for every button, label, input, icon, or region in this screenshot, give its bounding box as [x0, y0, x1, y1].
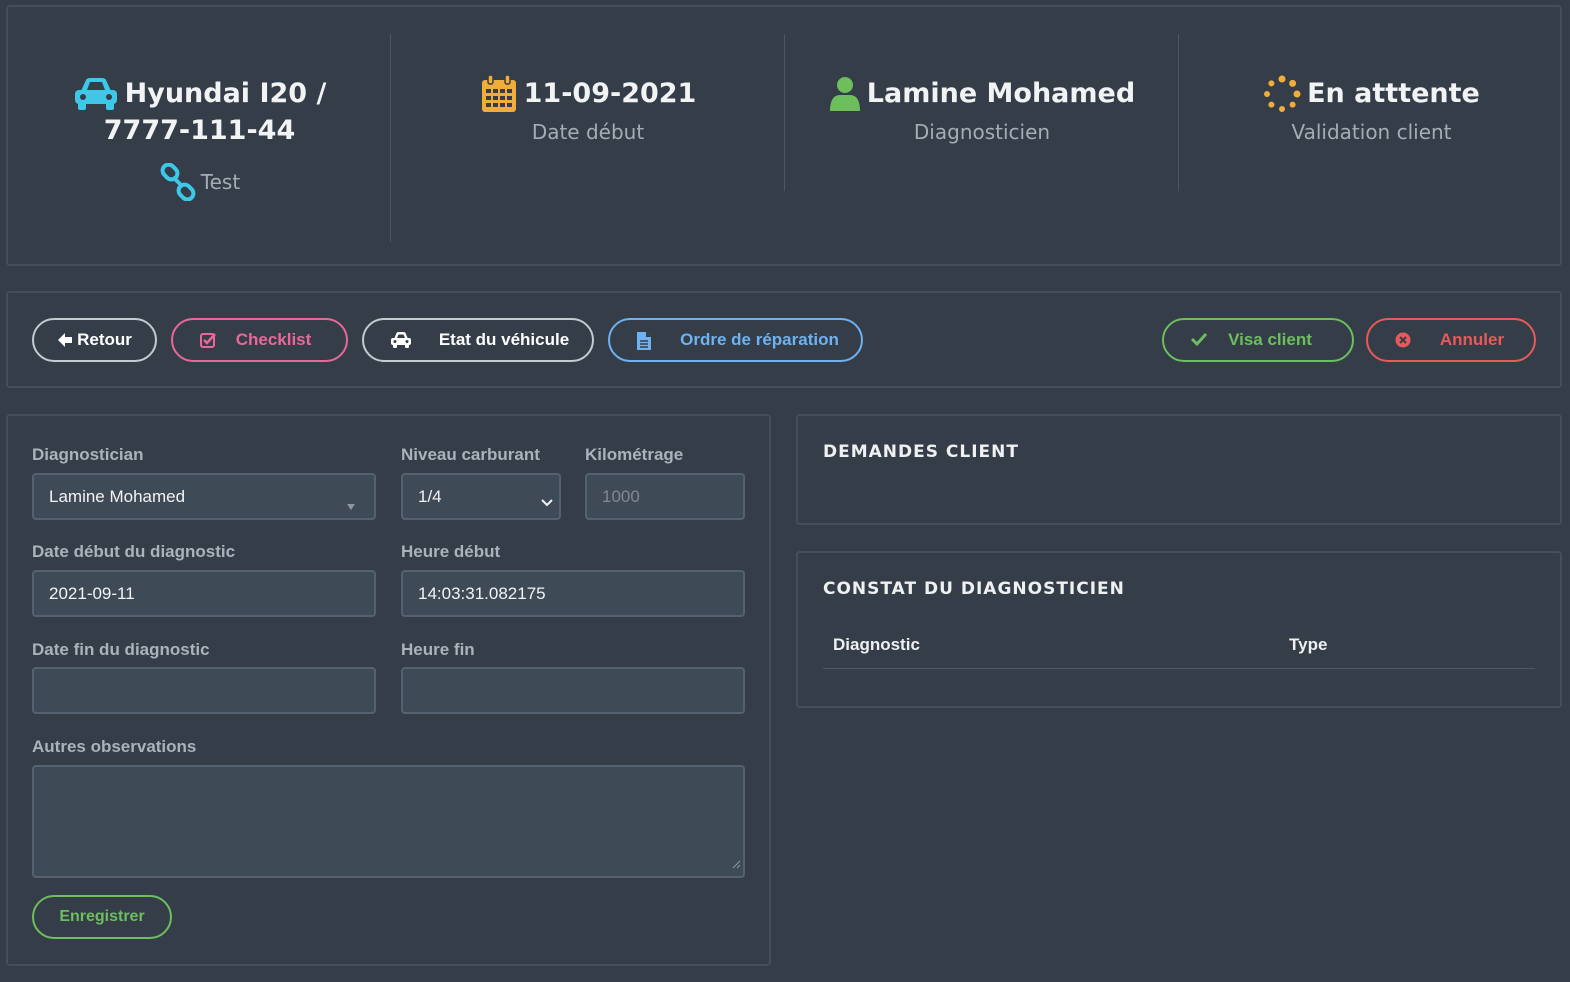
vehicle-state-label: Etat du véhicule	[438, 330, 570, 349]
vehicle-name: Hyundai I20 /	[124, 78, 327, 109]
mileage-field[interactable]	[585, 473, 745, 520]
user-icon	[829, 75, 861, 112]
start-date-caption: Date début	[531, 120, 645, 144]
date-stat: 11-09-2021 Date début	[391, 35, 785, 243]
status-title: En atttente	[1263, 75, 1480, 112]
back-button[interactable]: Retour	[32, 318, 157, 362]
vehicle-state-button[interactable]: Etat du véhicule	[362, 318, 594, 362]
observations-label: Autres observations	[32, 737, 197, 756]
mileage-label: Kilométrage	[585, 445, 684, 464]
calendar-icon	[480, 73, 518, 112]
action-toolbar: Retour Checklist Etat du véhicule Ordre …	[6, 291, 1562, 388]
client-requests-title: DEMANDES CLIENT	[823, 442, 1019, 462]
diagnostician-title: Lamine Mohamed	[829, 75, 1135, 112]
findings-title: CONSTAT DU DIAGNOSTICIEN	[823, 579, 1125, 599]
diagnostician-caption: Diagnosticien	[913, 120, 1051, 144]
observations-textarea[interactable]	[32, 765, 745, 878]
resize-handle-icon[interactable]	[732, 854, 741, 874]
caret-down-icon	[346, 495, 356, 515]
checklist-button[interactable]: Checklist	[171, 318, 348, 362]
visa-client-button[interactable]: Visa client	[1162, 318, 1354, 362]
start-date-label: Date début du diagnostic	[32, 542, 236, 561]
start-date: 11-09-2021	[523, 78, 697, 109]
diagnostician-select[interactable]: Lamine Mohamed	[32, 473, 376, 520]
cancel-label: Annuler	[1439, 330, 1505, 349]
summary-header: Hyundai I20 / 7777-111-44 Test 11-09-202…	[6, 5, 1562, 266]
column-header-diagnostic[interactable]: Diagnostic	[833, 635, 920, 655]
check-square-icon	[199, 331, 217, 349]
diagnostic-form: Diagnostician Lamine Mohamed Niveau carb…	[6, 414, 771, 966]
mileage-input[interactable]	[602, 486, 728, 507]
fuel-select[interactable]: 1/4	[401, 473, 561, 520]
diagnostician-findings-panel: CONSTAT DU DIAGNOSTICIEN Diagnostic Type	[796, 551, 1562, 708]
car-icon	[73, 75, 119, 112]
visa-client-label: Visa client	[1228, 330, 1312, 349]
vehicle-stat: Hyundai I20 / 7777-111-44 Test	[8, 35, 391, 243]
status-caption: Validation client	[1291, 120, 1452, 144]
chevron-down-icon	[541, 492, 553, 512]
save-button[interactable]: Enregistrer	[32, 895, 172, 939]
repair-order-label: Ordre de réparation	[680, 330, 839, 349]
end-time-field[interactable]	[401, 667, 745, 714]
x-circle-icon	[1394, 331, 1412, 349]
start-time-field[interactable]: 14:03:31.082175	[401, 570, 745, 617]
car-icon	[390, 331, 412, 349]
vehicle-link-label: Test	[200, 170, 241, 194]
spinner-icon	[1263, 75, 1301, 112]
diagnostician-stat: Lamine Mohamed Diagnosticien	[785, 35, 1179, 243]
fuel-select-value: 1/4	[418, 486, 442, 506]
link-icon	[159, 163, 197, 201]
vehicle-link[interactable]: Test	[159, 163, 240, 201]
start-date-field[interactable]: 2021-09-11	[32, 570, 376, 617]
start-date-value: 2021-09-11	[49, 583, 135, 603]
vehicle-plate: 7777-111-44	[103, 115, 296, 146]
diagnostician-name: Lamine Mohamed	[866, 78, 1136, 109]
fuel-label: Niveau carburant	[401, 445, 540, 464]
check-icon	[1190, 331, 1208, 347]
end-date-label: Date fin du diagnostic	[32, 640, 210, 659]
file-text-icon	[636, 331, 652, 351]
checklist-label: Checklist	[235, 330, 312, 349]
end-time-label: Heure fin	[401, 640, 475, 659]
cancel-button[interactable]: Annuler	[1366, 318, 1536, 362]
status-stat: En atttente Validation client	[1179, 35, 1564, 243]
date-title: 11-09-2021	[480, 73, 697, 112]
diagnostician-label: Diagnostician	[32, 445, 144, 464]
client-requests-panel: DEMANDES CLIENT	[796, 414, 1562, 525]
arrow-left-icon	[57, 332, 73, 348]
diagnostician-select-value: Lamine Mohamed	[49, 486, 186, 506]
start-time-label: Heure début	[401, 542, 501, 561]
table-header-divider	[823, 668, 1535, 669]
back-label: Retour	[77, 330, 132, 349]
vehicle-title: Hyundai I20 /	[73, 75, 327, 112]
column-header-type[interactable]: Type	[1289, 635, 1327, 655]
repair-order-button[interactable]: Ordre de réparation	[608, 318, 863, 362]
end-date-field[interactable]	[32, 667, 376, 714]
start-time-value: 14:03:31.082175	[418, 583, 546, 603]
status-value: En atttente	[1307, 78, 1480, 109]
